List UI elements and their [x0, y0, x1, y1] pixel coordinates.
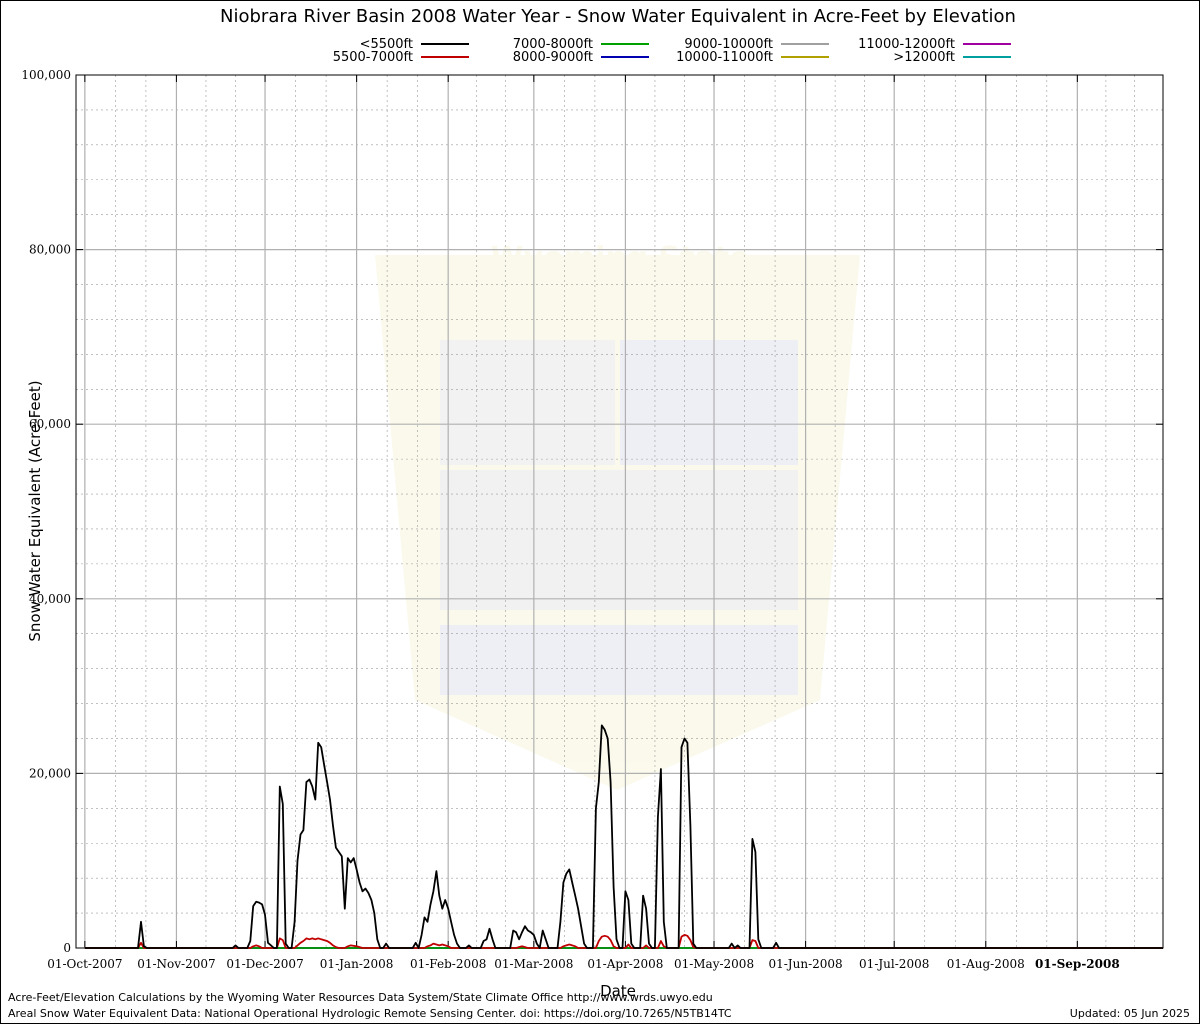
x-tick-label: 01-Apr-2008: [587, 957, 663, 971]
y-tick-label: 100,000: [21, 68, 71, 82]
chart-title: Niobrara River Basin 2008 Water Year - S…: [220, 6, 1016, 27]
legend-label-7: >12000ft: [893, 50, 955, 65]
x-tick-label: 01-Feb-2008: [410, 957, 486, 971]
y-tick-label: 0: [63, 941, 71, 955]
x-tick-label: 01-Oct-2007: [47, 957, 122, 971]
credit-line-1: Acre-Feet/Elevation Calculations by the …: [8, 991, 713, 1004]
credit-line-2: Areal Snow Water Equivalent Data: Nation…: [8, 1007, 732, 1020]
x-tick-label: 01-Sep-2008: [1035, 957, 1120, 971]
y-tick-label: 20,000: [29, 766, 71, 780]
x-tick-label: 01-Nov-2007: [137, 957, 215, 971]
x-tick-label: 01-Aug-2008: [947, 957, 1025, 971]
x-tick-label: 01-Jun-2008: [768, 957, 842, 971]
legend-label-1: 5500-7000ft: [333, 50, 413, 65]
legend-label-5: 10000-11000ft: [676, 50, 773, 65]
x-tick-label: 01-Mar-2008: [494, 957, 573, 971]
x-tick-label: 01-Dec-2007: [226, 957, 303, 971]
x-tick-label: 01-Jul-2008: [859, 957, 929, 971]
updated-timestamp: Updated: 05 Jun 2025: [1069, 1007, 1190, 1020]
watermark-text-1: Wyoming State: [491, 241, 750, 276]
y-tick-label: 80,000: [29, 243, 71, 257]
watermark-panel-right: [620, 340, 798, 465]
x-tick-label: 01-May-2008: [674, 957, 754, 971]
y-axis-title: Snow Water Equivalent (Acre-Feet): [26, 380, 44, 641]
watermark-panel-left: [440, 340, 615, 465]
legend: <5500ft5500-7000ft7000-8000ft8000-9000ft…: [333, 37, 1011, 65]
x-tick-label: 01-Jan-2008: [320, 957, 394, 971]
chart: Wyoming State Climate Office 020,00040,0…: [21, 6, 1164, 1000]
legend-label-3: 8000-9000ft: [513, 50, 593, 65]
